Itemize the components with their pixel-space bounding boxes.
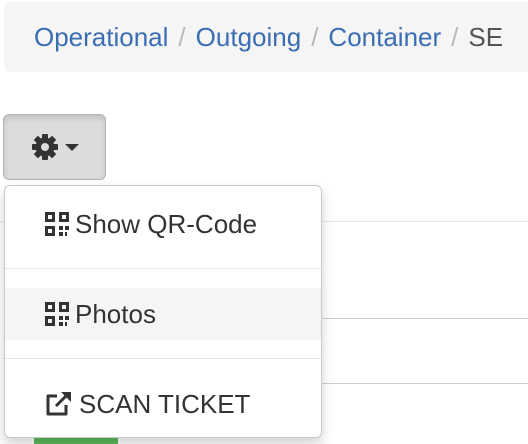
- breadcrumb-link-outgoing[interactable]: Outgoing: [196, 22, 302, 53]
- breadcrumb-separator: /: [311, 21, 319, 52]
- menu-item-label: SCAN TICKET: [79, 388, 251, 419]
- qrcode-icon: [45, 302, 69, 326]
- text-input[interactable]: [300, 318, 528, 384]
- menu-item-show-qr-code[interactable]: Show QR-Code: [5, 198, 321, 250]
- breadcrumb-link-operational[interactable]: Operational: [34, 22, 168, 53]
- external-link-icon: [46, 391, 71, 416]
- menu-item-label: Show QR-Code: [75, 208, 258, 239]
- menu-item-label: Photos: [75, 298, 156, 329]
- gear-icon: [31, 134, 58, 160]
- menu-divider: [5, 358, 321, 359]
- menu-item-photos[interactable]: Photos: [5, 288, 321, 340]
- qrcode-icon: [45, 212, 69, 236]
- breadcrumb: Operational / Outgoing / Container / SE: [4, 2, 528, 72]
- breadcrumb-separator: /: [451, 21, 459, 52]
- menu-item-scan-ticket[interactable]: SCAN TICKET: [5, 378, 321, 430]
- breadcrumb-separator: /: [178, 21, 186, 52]
- breadcrumb-current: SE: [468, 21, 504, 52]
- breadcrumb-link-container[interactable]: Container: [328, 22, 441, 53]
- menu-divider: [5, 268, 321, 269]
- actions-dropdown-button[interactable]: [3, 114, 106, 180]
- actions-dropdown-menu: Show QR-Code Photos SCAN TICKET: [4, 185, 322, 438]
- caret-down-icon: [64, 144, 79, 151]
